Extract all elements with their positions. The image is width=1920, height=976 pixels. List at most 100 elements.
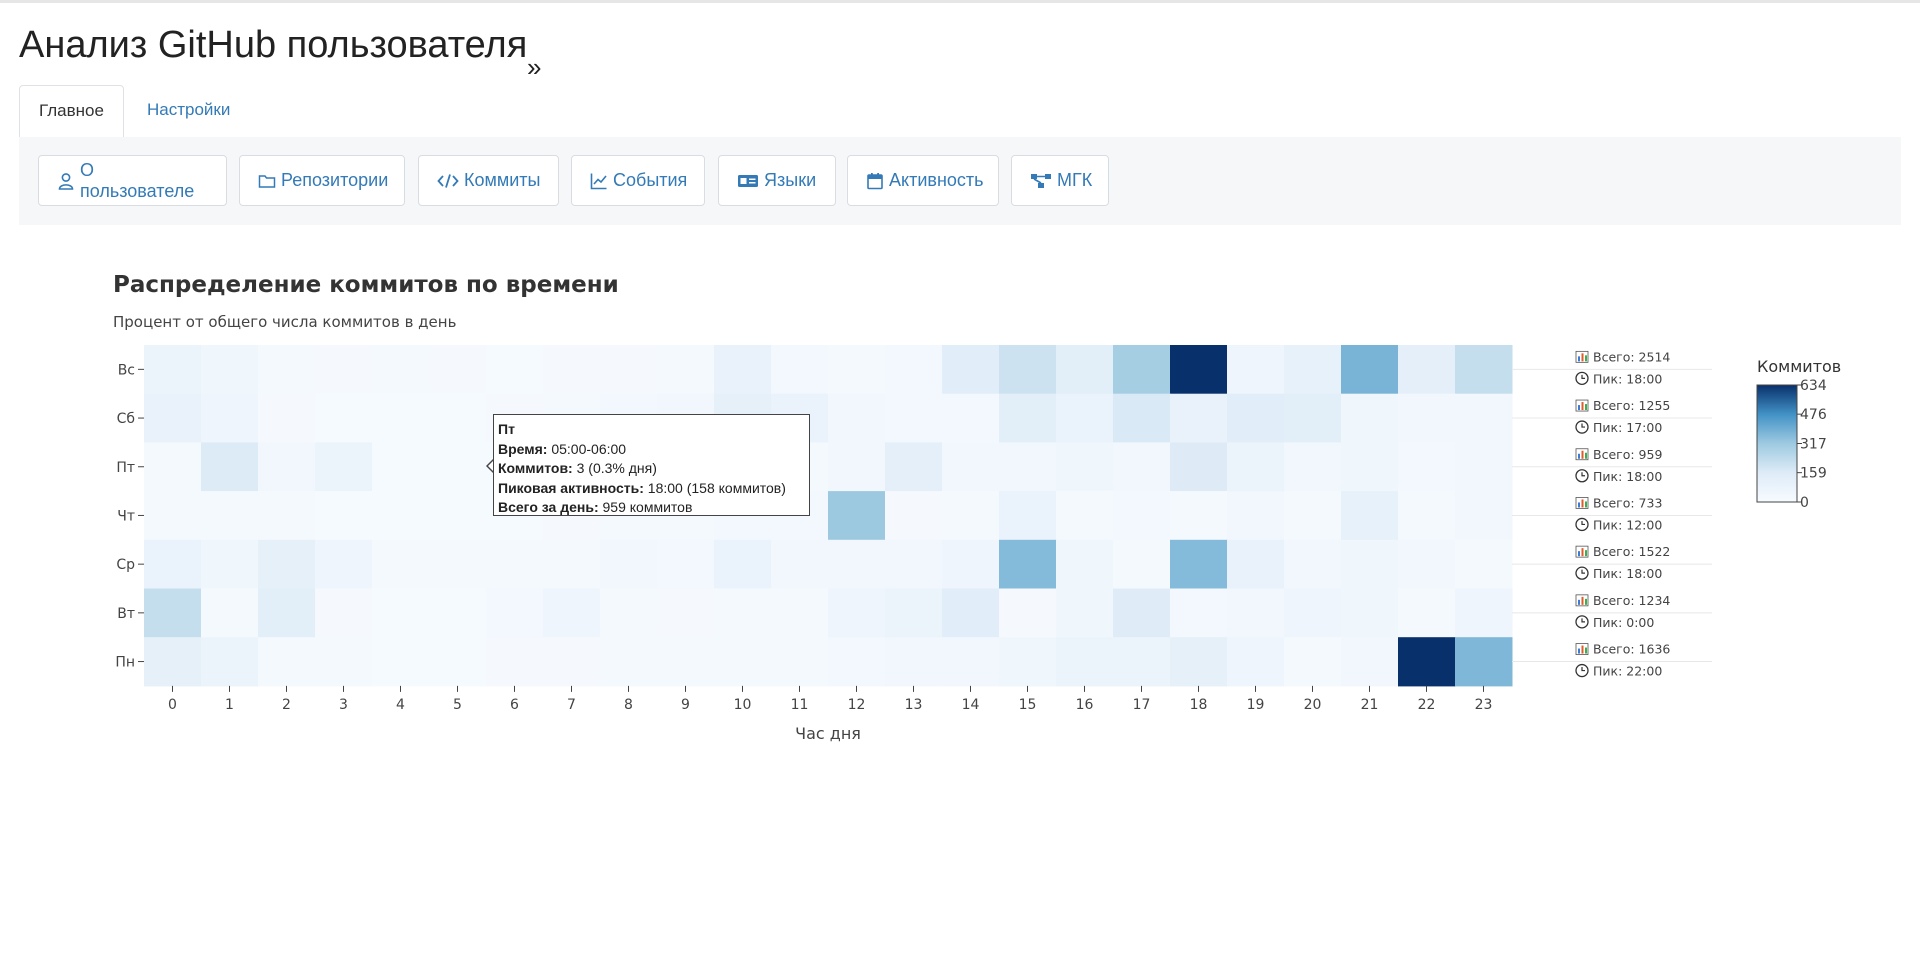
heatmap-cell[interactable] [1227,539,1285,589]
heatmap-cell[interactable] [1056,442,1114,492]
heatmap-cell[interactable] [771,345,829,395]
heatmap-cell[interactable] [258,588,316,638]
heatmap-cell[interactable] [1113,442,1171,492]
heatmap-cell[interactable] [1113,345,1171,395]
heatmap-cell[interactable] [1113,637,1171,687]
heatmap-cell[interactable] [144,345,202,395]
heatmap-cell[interactable] [999,491,1057,541]
heatmap-cell[interactable] [600,539,658,589]
heatmap-cell[interactable] [258,345,316,395]
heatmap-cell[interactable] [1113,491,1171,541]
heatmap-cell[interactable] [828,539,886,589]
heatmap-cell[interactable] [885,393,943,443]
heatmap-cell[interactable] [1398,393,1456,443]
heatmap-cell[interactable] [1341,393,1399,443]
heatmap-cell[interactable] [999,345,1057,395]
heatmap-cell[interactable] [201,637,259,687]
heatmap-cell[interactable] [201,345,259,395]
heatmap-cell[interactable] [1398,539,1456,589]
heatmap-cell[interactable] [201,588,259,638]
heatmap-cell[interactable] [828,491,886,541]
heatmap-cell[interactable] [1398,491,1456,541]
heatmap-cell[interactable] [1056,345,1114,395]
heatmap-cell[interactable] [429,442,487,492]
heatmap-cell[interactable] [1170,637,1228,687]
heatmap-cell[interactable] [1170,539,1228,589]
heatmap-cell[interactable] [543,588,601,638]
heatmap-cell[interactable] [1227,393,1285,443]
heatmap-cell[interactable] [885,491,943,541]
heatmap-cell[interactable] [1056,588,1114,638]
heatmap-cell[interactable] [372,637,430,687]
heatmap-cell[interactable] [201,442,259,492]
heatmap-cell[interactable] [1227,491,1285,541]
heatmap-cell[interactable] [1341,345,1399,395]
heatmap-cell[interactable] [1227,637,1285,687]
heatmap-cell[interactable] [714,588,772,638]
heatmap-cell[interactable] [1284,393,1342,443]
heatmap-cell[interactable] [1284,588,1342,638]
heatmap-cell[interactable] [1341,442,1399,492]
heatmap-cell[interactable] [1170,491,1228,541]
heatmap-cell[interactable] [144,539,202,589]
heatmap-cell[interactable] [486,637,544,687]
heatmap-cell[interactable] [714,539,772,589]
heatmap-cell[interactable] [315,491,373,541]
heatmap-cell[interactable] [771,588,829,638]
heatmap-cell[interactable] [885,539,943,589]
heatmap-cell[interactable] [1455,393,1513,443]
heatmap-cell[interactable] [942,345,1000,395]
heatmap-cell[interactable] [828,588,886,638]
heatmap-cell[interactable] [657,637,715,687]
heatmap-cell[interactable] [1170,588,1228,638]
heatmap-cell[interactable] [543,539,601,589]
heatmap-cell[interactable] [885,442,943,492]
heatmap-cell[interactable] [942,491,1000,541]
heatmap-cell[interactable] [315,345,373,395]
heatmap-cell[interactable] [315,442,373,492]
heatmap-cell[interactable] [144,588,202,638]
heatmap-cell[interactable] [1227,588,1285,638]
heatmap-cell[interactable] [885,588,943,638]
heatmap-cell[interactable] [885,637,943,687]
heatmap-cell[interactable] [1170,442,1228,492]
heatmap-cell[interactable] [999,637,1057,687]
heatmap-cell[interactable] [372,491,430,541]
heatmap-cell[interactable] [144,491,202,541]
heatmap-cell[interactable] [942,637,1000,687]
heatmap-cell[interactable] [1455,491,1513,541]
heatmap-cell[interactable] [942,539,1000,589]
heatmap-cell[interactable] [1170,393,1228,443]
heatmap-cell[interactable] [657,345,715,395]
heatmap-cell[interactable] [258,393,316,443]
heatmap-cell[interactable] [258,491,316,541]
heatmap-cell[interactable] [543,637,601,687]
heatmap-cell[interactable] [1227,345,1285,395]
heatmap-cell[interactable] [1227,442,1285,492]
heatmap-cell[interactable] [315,637,373,687]
heatmap-cell[interactable] [657,539,715,589]
heatmap-cell[interactable] [600,345,658,395]
heatmap-cell[interactable] [201,539,259,589]
heatmap-cell[interactable] [144,442,202,492]
heatmap-cell[interactable] [1341,637,1399,687]
heatmap-cell[interactable] [1056,393,1114,443]
heatmap-cell[interactable] [1455,539,1513,589]
heatmap-cell[interactable] [600,637,658,687]
heatmap-cell[interactable] [1341,539,1399,589]
heatmap-cell[interactable] [1056,539,1114,589]
heatmap-cell[interactable] [1455,637,1513,687]
heatmap-cell[interactable] [429,588,487,638]
heatmap-cell[interactable] [828,393,886,443]
heatmap-cell[interactable] [1398,588,1456,638]
heatmap-cell[interactable] [828,345,886,395]
heatmap-cell[interactable] [1170,345,1228,395]
heatmap-cell[interactable] [1455,442,1513,492]
heatmap-cell[interactable] [372,442,430,492]
heatmap-cell[interactable] [828,637,886,687]
heatmap-cell[interactable] [999,393,1057,443]
heatmap-cell[interactable] [1284,637,1342,687]
heatmap-cell[interactable] [486,539,544,589]
heatmap-cell[interactable] [315,539,373,589]
heatmap-cell[interactable] [657,588,715,638]
